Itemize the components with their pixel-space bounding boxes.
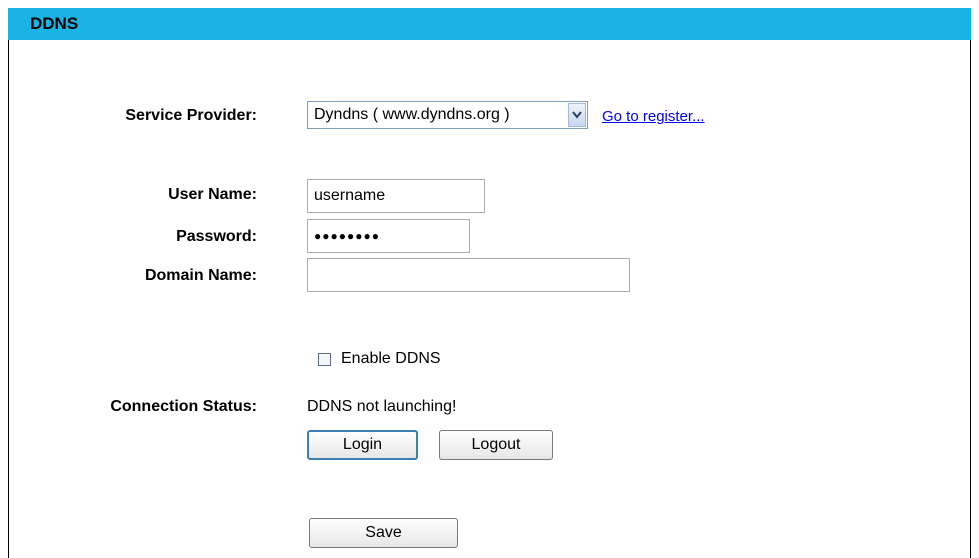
connection-status-label: Connection Status:: [110, 398, 257, 415]
username-input[interactable]: [307, 179, 485, 213]
password-label: Password:: [176, 228, 257, 245]
page-title: DDNS: [30, 14, 79, 33]
password-mask: ●●●●●●●●: [314, 229, 380, 243]
page-header: DDNS: [8, 8, 971, 40]
password-input[interactable]: ●●●●●●●●: [307, 219, 470, 253]
username-label: User Name:: [168, 186, 257, 203]
connection-status-value: DDNS not launching!: [307, 398, 457, 415]
select-dropdown-button[interactable]: [568, 103, 586, 127]
service-provider-select[interactable]: Dyndns ( www.dyndns.org ): [307, 101, 588, 129]
logout-button[interactable]: Logout: [439, 430, 553, 460]
chevron-down-icon: [572, 111, 582, 119]
login-button[interactable]: Login: [307, 430, 418, 460]
enable-ddns-checkbox[interactable]: [318, 353, 331, 366]
domain-name-label: Domain Name:: [144, 267, 257, 284]
enable-ddns-label[interactable]: Enable DDNS: [341, 350, 441, 368]
service-provider-value: Dyndns ( www.dyndns.org ): [314, 106, 510, 123]
save-button[interactable]: Save: [309, 518, 458, 548]
service-provider-label: Service Provider:: [125, 107, 257, 124]
go-to-register-link[interactable]: Go to register...: [602, 108, 705, 125]
domain-name-input[interactable]: [307, 258, 630, 292]
